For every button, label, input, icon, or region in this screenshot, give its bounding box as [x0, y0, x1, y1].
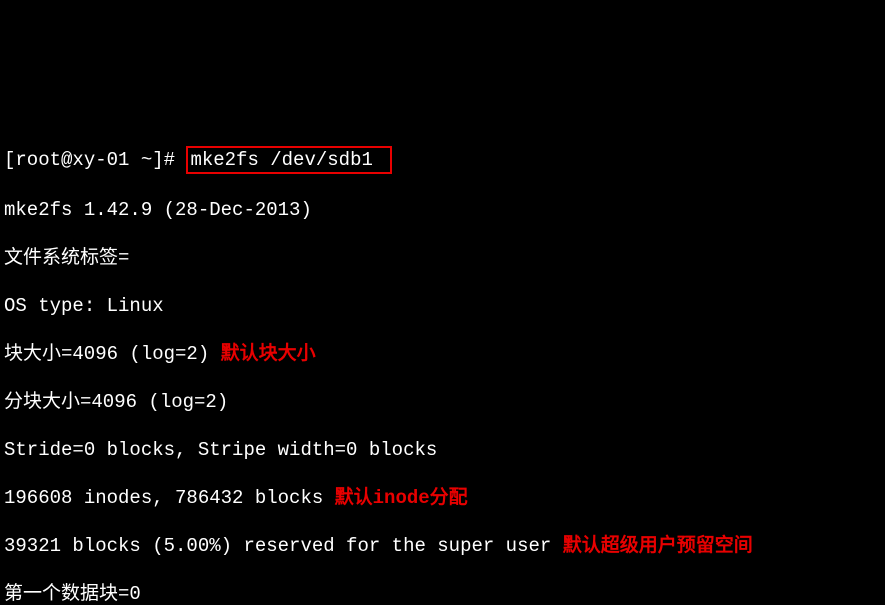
line-fslabel: 文件系统标签= — [4, 246, 881, 270]
line-ostype: OS type: Linux — [4, 294, 881, 318]
annotation-blocksize: 默认块大小 — [221, 343, 316, 365]
command-mke2fs: mke2fs /dev/sdb1 — [186, 146, 392, 174]
line-blocksize: 块大小=4096 (log=2) 默认块大小 — [4, 342, 881, 366]
line-version: mke2fs 1.42.9 (28-Dec-2013) — [4, 198, 881, 222]
annotation-inodes: 默认inode分配 — [335, 487, 468, 509]
line-fragsize: 分块大小=4096 (log=2) — [4, 390, 881, 414]
shell-prompt: [root@xy-01 ~]# — [4, 149, 186, 171]
line-firstdata: 第一个数据块=0 — [4, 582, 881, 605]
prompt-line-1[interactable]: [root@xy-01 ~]# mke2fs /dev/sdb1 — [4, 146, 881, 174]
annotation-reserved: 默认超级用户预留空间 — [563, 535, 753, 557]
terminal-output: [root@xy-01 ~]# mke2fs /dev/sdb1 mke2fs … — [0, 120, 885, 605]
line-stride: Stride=0 blocks, Stripe width=0 blocks — [4, 438, 881, 462]
line-inodes: 196608 inodes, 786432 blocks 默认inode分配 — [4, 486, 881, 510]
line-reserved: 39321 blocks (5.00%) reserved for the su… — [4, 534, 881, 558]
